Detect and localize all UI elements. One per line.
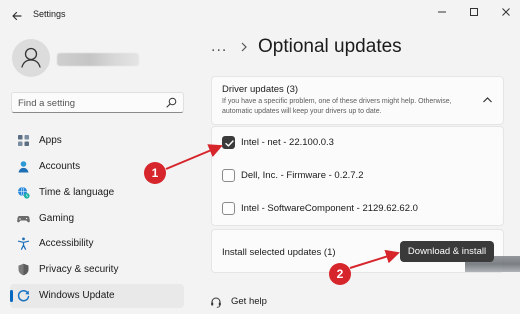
page-title: Optional updates xyxy=(258,36,402,57)
sidebar-item-privacy-security[interactable]: Privacy & security xyxy=(10,258,184,282)
checkmark-icon xyxy=(225,140,234,147)
globe-clock-icon xyxy=(18,186,30,199)
driver-checkbox[interactable] xyxy=(222,136,235,149)
user-avatar[interactable] xyxy=(12,39,50,77)
sidebar-item-label: Apps xyxy=(39,135,62,146)
driver-updates-description: If you have a specific problem, one of t… xyxy=(222,98,452,115)
driver-row[interactable]: Dell, Inc. - Firmware - 0.2.7.2 xyxy=(212,160,503,193)
sidebar-item-accessibility[interactable]: Accessibility xyxy=(10,232,184,256)
annotation-marker-2: 2 xyxy=(329,263,351,285)
annotation-marker-1: 1 xyxy=(144,162,166,184)
sidebar-item-apps[interactable]: Apps xyxy=(10,129,184,153)
driver-name: Dell, Inc. - Firmware - 0.2.7.2 xyxy=(241,170,364,181)
title-bar: Settings xyxy=(0,0,520,30)
search-icon[interactable] xyxy=(166,97,177,108)
sidebar-item-label: Windows Update xyxy=(39,290,115,301)
shield-icon xyxy=(18,263,29,276)
sidebar-item-label: Privacy & security xyxy=(39,264,119,275)
driver-updates-header[interactable]: Driver updates (3) If you have a specifi… xyxy=(211,76,504,125)
driver-checkbox[interactable] xyxy=(222,202,235,215)
breadcrumb-overflow[interactable]: ... xyxy=(211,38,227,56)
windows-update-icon xyxy=(17,289,30,302)
driver-checkbox[interactable] xyxy=(222,169,235,182)
minimize-icon[interactable] xyxy=(431,4,453,20)
driver-row[interactable]: Intel - net - 22.100.0.3 xyxy=(212,127,503,160)
back-arrow-icon[interactable] xyxy=(9,8,25,24)
driver-updates-title: Driver updates (3) xyxy=(222,84,299,95)
get-help-link[interactable]: Get help xyxy=(208,293,288,311)
gamepad-icon xyxy=(17,216,30,223)
sidebar-item-time-language[interactable]: Time & language xyxy=(10,181,184,205)
sidebar-item-label: Accessibility xyxy=(39,238,94,249)
install-selected-label: Install selected updates (1) xyxy=(222,247,336,258)
window-title: Settings xyxy=(33,9,66,19)
chevron-up-icon[interactable] xyxy=(482,96,493,104)
driver-row[interactable]: Intel - SoftwareComponent - 2129.62.62.0 xyxy=(212,193,503,226)
driver-list: Intel - net - 22.100.0.3 Dell, Inc. - Fi… xyxy=(211,126,504,226)
accessibility-icon xyxy=(17,237,30,250)
sidebar-item-label: Accounts xyxy=(39,161,81,172)
close-icon[interactable] xyxy=(495,4,517,20)
accounts-icon xyxy=(18,161,29,173)
apps-icon xyxy=(18,135,29,146)
driver-name: Intel - SoftwareComponent - 2129.62.62.0 xyxy=(241,203,418,214)
sidebar-item-label: Time & language xyxy=(39,187,115,198)
user-avatar-icon xyxy=(21,47,41,68)
maximize-icon[interactable] xyxy=(463,4,485,20)
get-help-label: Get help xyxy=(231,296,267,307)
sidebar-item-gaming[interactable]: Gaming xyxy=(10,207,184,231)
sidebar-item-windows-update[interactable]: Windows Update xyxy=(10,284,184,308)
blurred-username xyxy=(57,53,139,66)
search-box[interactable] xyxy=(11,92,184,113)
sidebar-item-label: Gaming xyxy=(39,213,75,224)
chevron-right-icon xyxy=(241,42,247,52)
search-input[interactable] xyxy=(18,96,158,110)
download-install-button[interactable]: Download & install xyxy=(400,241,494,262)
driver-name: Intel - net - 22.100.0.3 xyxy=(241,137,334,148)
help-headset-icon xyxy=(211,297,221,308)
